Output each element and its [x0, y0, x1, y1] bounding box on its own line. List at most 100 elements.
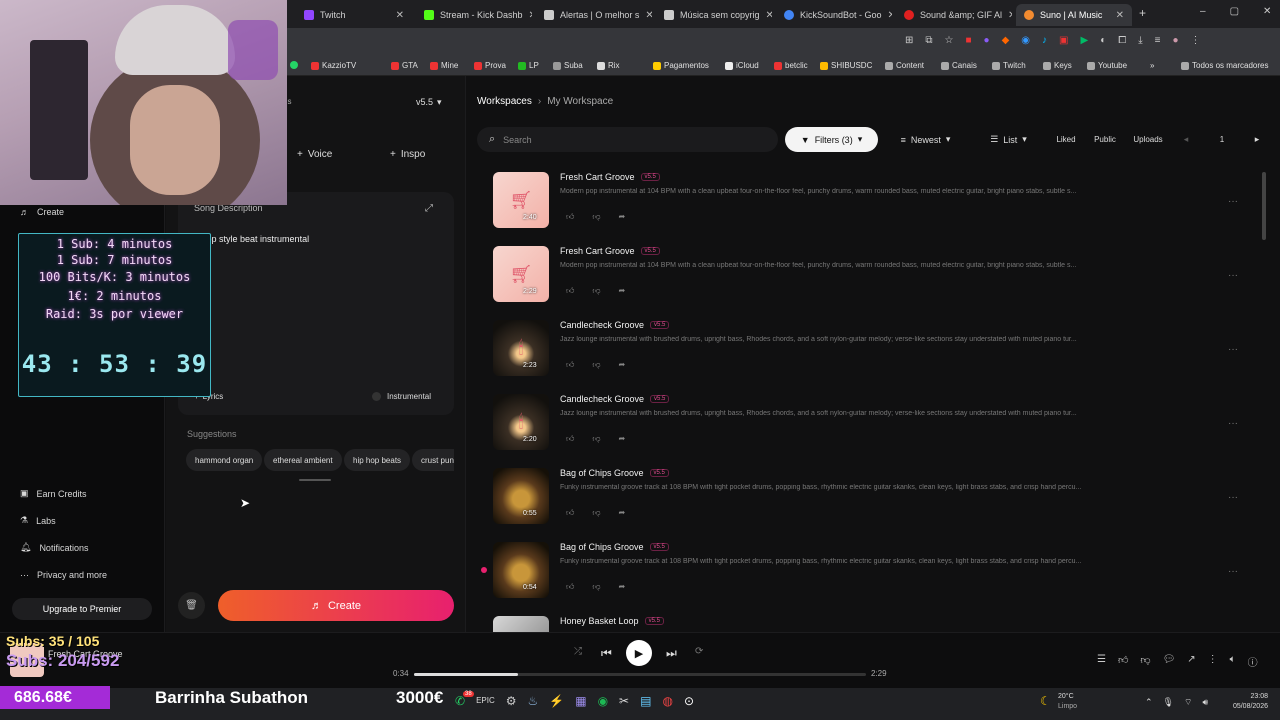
face-image: [130, 85, 220, 195]
app-icon[interactable]: ⚡: [549, 694, 564, 708]
more-icon[interactable]: ⋮: [1208, 654, 1218, 669]
settings-icon[interactable]: ⚙: [506, 694, 517, 708]
song-title[interactable]: Fresh Cart Groove: [560, 246, 635, 256]
steam-icon[interactable]: ♨: [528, 694, 539, 708]
volume-icon[interactable]: 🔈︎: [1230, 654, 1236, 669]
chrome-icon[interactable]: ◍: [662, 694, 672, 708]
like-icon[interactable]: 👍︎: [566, 212, 574, 222]
dislike-icon[interactable]: 👎︎: [592, 508, 600, 518]
timer-rule: Raid: 3s por viewer: [45, 307, 184, 321]
song-title[interactable]: Fresh Cart Groove: [560, 172, 635, 182]
song-row[interactable]: 0:54 Bag of Chips Groove v5.5 Funky instrum…: [493, 542, 1268, 616]
dislike-icon[interactable]: 👎︎: [592, 360, 600, 370]
like-icon[interactable]: 👍︎: [566, 286, 574, 296]
comment-icon[interactable]: 💬︎: [1163, 654, 1176, 669]
sticker-image: [228, 20, 278, 80]
song-description: Modern pop instrumental at 104 BPM with …: [560, 188, 1077, 195]
subs-counter: Subs: 35 / 105: [6, 633, 100, 649]
spotify-icon[interactable]: ◉: [598, 694, 608, 708]
song-title[interactable]: Bag of Chips Groove: [560, 542, 644, 552]
more-options-icon[interactable]: ···: [1228, 196, 1238, 207]
song-row[interactable]: 🛒︎ 2:40 Fresh Cart Groove v5.5 Modern pop in…: [493, 172, 1268, 246]
song-description: Funky instrumental groove track at 108 B…: [560, 484, 1082, 491]
song-title-line: Candlecheck Groove v5.5: [560, 394, 670, 404]
like-icon[interactable]: 👍︎: [566, 582, 574, 592]
dislike-icon[interactable]: 👎︎: [592, 212, 600, 222]
share-icon[interactable]: ➦: [619, 582, 626, 592]
mic-icon[interactable]: 🎙︎: [1163, 697, 1174, 708]
queue-icon[interactable]: ☰: [1097, 654, 1106, 669]
song-cover[interactable]: 🕯︎: [493, 320, 549, 376]
song-duration: 0:54: [523, 584, 537, 591]
play-button[interactable]: ▶: [626, 640, 652, 666]
epic-games-icon[interactable]: EPIC: [476, 696, 495, 708]
version-badge: v5.5: [644, 617, 664, 625]
song-row[interactable]: 🛒︎ 2:29 Fresh Cart Groove v5.5 Modern pop in…: [493, 246, 1268, 320]
song-description: Jazz lounge instrumental with brushed dr…: [560, 336, 1077, 343]
share-icon[interactable]: ➦: [619, 360, 626, 370]
more-options-icon[interactable]: ···: [1228, 418, 1238, 429]
song-cover[interactable]: 🛒︎: [493, 246, 549, 302]
dislike-icon[interactable]: 👎︎: [592, 434, 600, 444]
repeat-icon[interactable]: ⟳: [695, 646, 703, 657]
share-icon[interactable]: ➦: [619, 508, 626, 518]
play-icon: ▶: [634, 647, 644, 660]
progress-track[interactable]: [414, 673, 866, 676]
like-icon[interactable]: 👍︎: [1118, 654, 1128, 669]
obs-icon[interactable]: ⊙: [684, 694, 694, 708]
song-row[interactable]: 0:55 Bag of Chips Groove v5.5 Funky instrum…: [493, 468, 1268, 542]
dislike-icon[interactable]: 👎︎: [592, 582, 600, 592]
discord-icon[interactable]: ▦: [575, 694, 586, 708]
like-icon[interactable]: 👍︎: [566, 508, 574, 518]
chevron-up-icon[interactable]: ⌃: [1145, 697, 1153, 708]
capcut-icon[interactable]: ✂: [619, 694, 629, 708]
share-icon[interactable]: ➦: [619, 286, 626, 296]
clock-date[interactable]: 05/08/2026: [1220, 703, 1268, 710]
share-icon[interactable]: ➦: [619, 212, 626, 222]
song-cover[interactable]: 🛒︎: [493, 172, 549, 228]
wifi-icon[interactable]: ⌔: [1184, 697, 1192, 708]
notification-badge: 38: [463, 691, 474, 697]
song-row[interactable]: 🕯︎ 2:20 Candlecheck Groove v5.5 Jazz lounge …: [493, 394, 1268, 468]
like-icon[interactable]: 👍︎: [566, 360, 574, 370]
share-icon[interactable]: ➦: [619, 434, 626, 444]
cap-image: [115, 5, 235, 75]
previous-icon[interactable]: ⏮︎: [601, 646, 612, 661]
weather-desc[interactable]: Limpo: [1058, 703, 1077, 710]
song-title[interactable]: Candlecheck Groove: [560, 394, 644, 404]
more-options-icon[interactable]: ···: [1228, 344, 1238, 355]
weather-temp[interactable]: 20°C: [1058, 693, 1074, 700]
song-cover[interactable]: 🕯︎: [493, 394, 549, 450]
share-icon[interactable]: ↗: [1187, 654, 1195, 669]
song-title[interactable]: Honey Basket Loop: [560, 616, 639, 626]
song-actions: 👍︎ 👎︎ ➦: [566, 360, 625, 370]
song-row[interactable]: 🕯︎ 2:23 Candlecheck Groove v5.5 Jazz lounge …: [493, 320, 1268, 394]
info-icon[interactable]: ⓘ: [1248, 654, 1258, 669]
more-options-icon[interactable]: ···: [1228, 270, 1238, 281]
song-title-line: Candlecheck Groove v5.5: [560, 320, 670, 330]
dislike-icon[interactable]: 👎︎: [592, 286, 600, 296]
version-badge: v5.5: [640, 173, 660, 181]
song-description: Modern pop instrumental at 104 BPM with …: [560, 262, 1077, 269]
version-badge: v5.5: [640, 247, 660, 255]
song-title[interactable]: Bag of Chips Groove: [560, 468, 644, 478]
next-icon[interactable]: ⏭︎: [666, 646, 677, 661]
song-title-line: Bag of Chips Groove v5.5: [560, 542, 669, 552]
clock-time[interactable]: 23:08: [1220, 693, 1268, 700]
song-row[interactable]: Honey Basket Loop v5.5: [493, 616, 1268, 632]
dislike-icon[interactable]: 👎︎: [1140, 654, 1150, 669]
notepad-icon[interactable]: ▤: [640, 694, 651, 708]
shuffle-icon[interactable]: ⤮: [574, 646, 582, 657]
song-duration: 2:23: [523, 362, 537, 369]
song-cover[interactable]: [493, 468, 549, 524]
system-tray: ⌃ 🎙︎ ⌔ 🔊︎: [1145, 697, 1208, 708]
like-icon[interactable]: 👍︎: [566, 434, 574, 444]
more-options-icon[interactable]: ···: [1228, 566, 1238, 577]
subathon-label: Barrinha Subathon: [155, 688, 309, 707]
speaker-icon[interactable]: 🔊︎: [1202, 697, 1208, 708]
song-title[interactable]: Candlecheck Groove: [560, 320, 644, 330]
song-cover[interactable]: [493, 616, 549, 632]
song-cover[interactable]: [493, 542, 549, 598]
song-actions: 👍︎ 👎︎ ➦: [566, 508, 625, 518]
more-options-icon[interactable]: ···: [1228, 492, 1238, 503]
